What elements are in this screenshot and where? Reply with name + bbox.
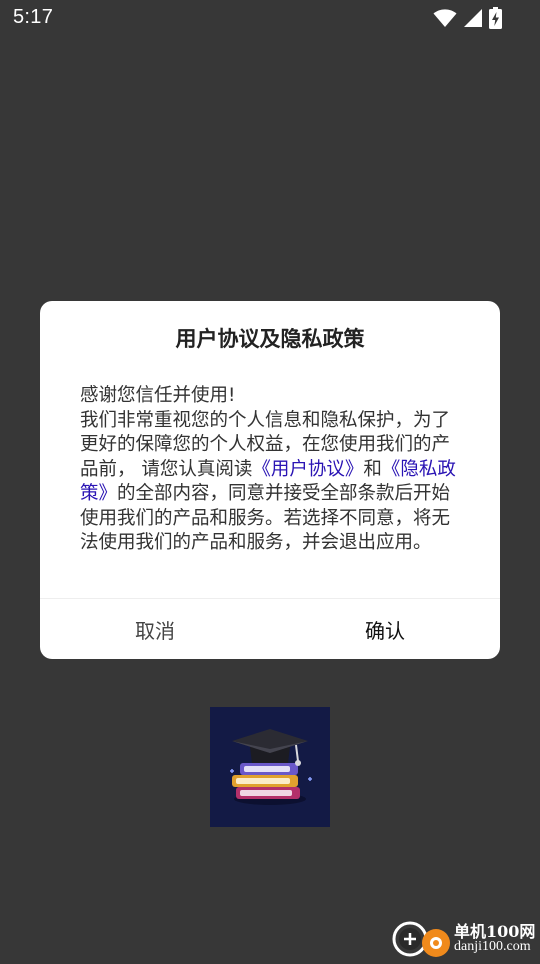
confirm-button[interactable]: 确认 bbox=[270, 599, 500, 659]
status-bar: 5:17 bbox=[0, 0, 540, 36]
watermark-domain: danji100.com bbox=[454, 939, 531, 954]
signal-icon bbox=[464, 9, 482, 27]
wifi-icon bbox=[433, 9, 457, 27]
battery-charging-icon bbox=[489, 7, 502, 29]
watermark-logo-icon bbox=[392, 921, 450, 957]
app-logo bbox=[210, 707, 330, 827]
status-time: 5:17 bbox=[13, 6, 54, 28]
dialog-message: 感谢您信任并使用! 我们非常重视您的个人信息和隐私保护，为了更好的保障您的个人权… bbox=[80, 384, 462, 556]
watermark: 单机100网 danji100.com bbox=[390, 916, 540, 960]
cancel-button[interactable]: 取消 bbox=[40, 599, 270, 659]
message-and: 和 bbox=[363, 458, 382, 480]
dialog-title: 用户协议及隐私政策 bbox=[175, 327, 365, 351]
agreement-dialog: 用户协议及隐私政策 感谢您信任并使用! 我们非常重视您的个人信息和隐私保护，为了… bbox=[40, 301, 500, 659]
user-agreement-link[interactable]: 《用户协议》 bbox=[252, 459, 363, 480]
message-terms: 的全部内容，同意并接受全部条款后开始使用我们的产品和服务。若选择不同意，将无法使… bbox=[80, 483, 451, 553]
status-icons bbox=[433, 7, 502, 29]
graduation-cap-books-icon bbox=[210, 707, 330, 827]
